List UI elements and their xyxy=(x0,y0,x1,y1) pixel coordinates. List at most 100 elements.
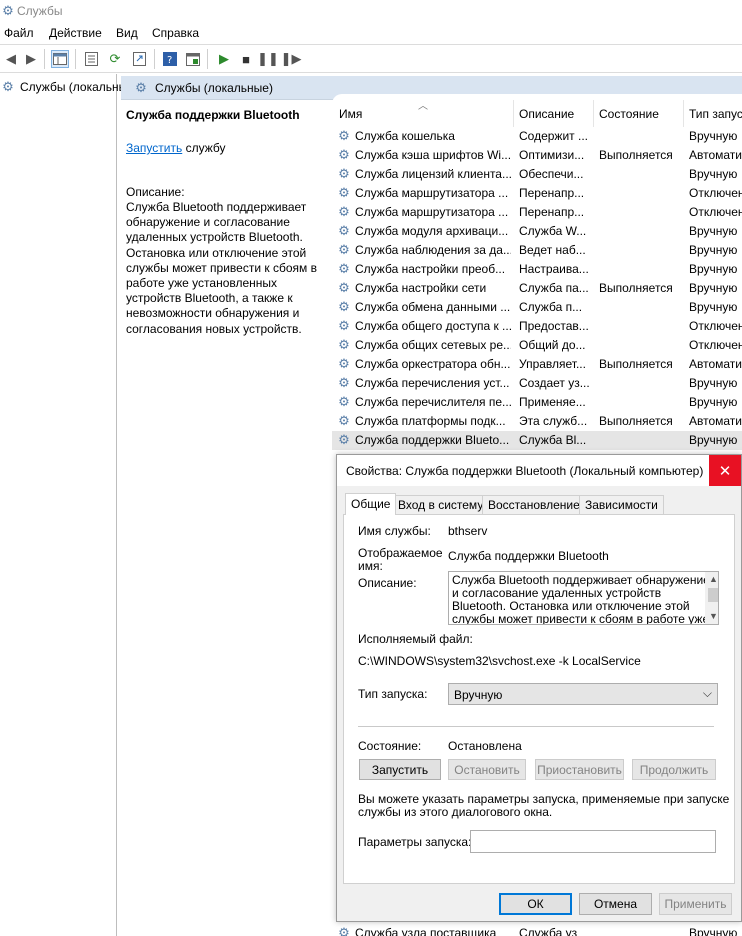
description-label: Описание: xyxy=(358,576,417,590)
service-name: Служба маршрутизатора ... xyxy=(355,205,509,219)
table-row[interactable]: ⚙ Служба общих сетевых ре... Общий до... От… xyxy=(332,336,742,355)
table-row[interactable]: ⚙ Служба обмена данными ... Служба п... Вру… xyxy=(332,298,742,317)
table-row[interactable]: ⚙ Служба модуля архиваци... Служба W... Вру… xyxy=(332,222,742,241)
service-startup-type: Вручную xyxy=(689,926,738,936)
services-app-icon: ⚙ xyxy=(2,3,14,18)
table-row[interactable]: ⚙ Служба поддержки Blueto... Служба Bl... В… xyxy=(332,431,742,450)
service-description: Настраива... xyxy=(519,262,589,276)
tab-log-on[interactable]: Вход в систему xyxy=(392,495,490,514)
chevron-down-icon: ⌵ xyxy=(702,686,712,700)
menu-help[interactable]: Справка xyxy=(152,26,199,40)
service-startup-type: Вручную xyxy=(689,300,738,314)
executable-label: Исполняемый файл: xyxy=(358,632,473,646)
table-row[interactable]: ⚙ Служба настройки сети Служба па... Выполн… xyxy=(332,279,742,298)
params-hint-line-2: службы из этого диалогового окна. xyxy=(358,805,553,819)
menu-file[interactable]: Файл xyxy=(4,26,34,40)
column-header-description[interactable]: Описание xyxy=(519,107,574,121)
service-description: Служба па... xyxy=(519,281,589,295)
window-title: Службы xyxy=(17,4,63,18)
scroll-thumb[interactable] xyxy=(708,588,718,602)
tab-general[interactable]: Общие xyxy=(345,493,397,515)
service-description: Предостав... xyxy=(519,319,589,333)
description-scrollbar[interactable]: ▲ ▼ xyxy=(705,572,718,624)
services-gear-icon: ⚙ xyxy=(2,79,14,94)
column-header-name[interactable]: Имя xyxy=(339,107,362,121)
tree-item-services-local[interactable]: ⚙ Службы (локальные) xyxy=(0,78,138,96)
display-name-value: Служба поддержки Bluetooth xyxy=(448,549,609,563)
close-icon[interactable]: ✕ xyxy=(709,455,741,486)
column-header-status[interactable]: Состояние xyxy=(599,107,659,121)
start-params-label: Параметры запуска: xyxy=(358,835,472,849)
cancel-button[interactable]: Отмена xyxy=(579,893,652,915)
tab-dependencies[interactable]: Зависимости xyxy=(579,495,664,514)
table-row[interactable]: ⚙ Служба перечисления уст... Создает уз...… xyxy=(332,374,742,393)
service-name: Служба наблюдения за да... xyxy=(355,243,511,257)
menu-action[interactable]: Действие xyxy=(49,26,102,40)
restart-service-icon[interactable]: ❚▶ xyxy=(281,50,302,68)
table-row[interactable]: ⚙ Служба лицензий клиента... Обеспечи... Вр… xyxy=(332,165,742,184)
stop-service-icon[interactable]: ■ xyxy=(237,50,255,68)
service-description: Эта служб... xyxy=(519,414,588,428)
status-value: Остановлена xyxy=(448,739,522,753)
service-status: Выполняется xyxy=(599,148,673,162)
pause-button[interactable]: Приостановить xyxy=(535,759,624,780)
service-description: Применяе... xyxy=(519,395,586,409)
service-gear-icon: ⚙ xyxy=(338,166,350,181)
service-gear-icon: ⚙ xyxy=(338,318,350,333)
service-description: Создает уз... xyxy=(519,376,589,390)
help-icon[interactable]: ? xyxy=(161,50,179,68)
scroll-down-icon[interactable]: ▼ xyxy=(709,610,718,623)
dialog-title-bar: Свойства: Служба поддержки Bluetooth (Ло… xyxy=(337,455,741,486)
extended-description-panel: Служба поддержки Bluetooth Запустить слу… xyxy=(121,100,332,936)
start-params-input[interactable] xyxy=(470,830,716,853)
table-row[interactable]: ⚙ Служба настройки преоб... Настраива... Вр… xyxy=(332,260,742,279)
services-gear-icon: ⚙ xyxy=(135,80,147,95)
menu-view[interactable]: Вид xyxy=(116,26,138,40)
export-list-icon[interactable] xyxy=(130,50,148,68)
service-name: Служба настройки сети xyxy=(355,281,487,295)
forward-arrow-icon[interactable]: ▶ xyxy=(22,50,40,68)
description-value: Служба Bluetooth поддерживает обнаружени… xyxy=(452,573,710,625)
service-startup-type: Отключен xyxy=(689,186,742,200)
apply-button[interactable]: Применить xyxy=(659,893,732,915)
service-name: Служба платформы подк... xyxy=(355,414,506,428)
tab-recovery[interactable]: Восстановление xyxy=(482,495,586,514)
refresh-icon[interactable]: ⟳ xyxy=(106,50,124,68)
selected-service-title: Служба поддержки Bluetooth xyxy=(126,108,300,122)
start-button[interactable]: Запустить xyxy=(359,759,441,780)
start-service-icon[interactable]: ▶ xyxy=(215,50,233,68)
table-row[interactable]: ⚙ Служба наблюдения за да... Ведет наб... В… xyxy=(332,241,742,260)
service-name-label: Имя службы: xyxy=(358,524,431,538)
table-row[interactable]: ⚙ Служба перечислителя пе... Применяе... Вр… xyxy=(332,393,742,412)
show-console-tree-icon[interactable] xyxy=(51,50,69,68)
table-row[interactable]: ⚙ Служба оркестратора обн... Управляет... В… xyxy=(332,355,742,374)
table-row[interactable]: ⚙ Служба платформы подк... Эта служб... Вып… xyxy=(332,412,742,431)
table-row[interactable]: ⚙ Служба маршрутизатора ... Перенапр... Отк… xyxy=(332,203,742,222)
startup-type-dropdown[interactable]: Вручную ⌵ xyxy=(448,683,718,705)
start-service-link[interactable]: Запустить xyxy=(126,141,182,155)
resume-button[interactable]: Продолжить xyxy=(632,759,716,780)
scroll-up-icon[interactable]: ▲ xyxy=(709,573,718,586)
service-gear-icon: ⚙ xyxy=(338,413,350,428)
table-row[interactable]: ⚙ Служба кошелька Содержит ... Вручную xyxy=(332,127,742,146)
service-description: Управляет... xyxy=(519,357,586,371)
properties-icon[interactable] xyxy=(82,50,100,68)
service-gear-icon: ⚙ xyxy=(338,185,350,200)
tab-page-general: Имя службы: bthserv Отображаемое имя: Сл… xyxy=(343,514,735,884)
table-row[interactable]: ⚙ Служба кэша шрифтов Wi... Оптимизи... Вып… xyxy=(332,146,742,165)
console-view-icon[interactable] xyxy=(184,50,202,68)
ok-button[interactable]: ОК xyxy=(499,893,572,915)
table-row[interactable]: ⚙ Служба маршрутизатора ... Перенапр... Отк… xyxy=(332,184,742,203)
back-arrow-icon[interactable]: ◀ xyxy=(2,50,20,68)
start-service-suffix: службу xyxy=(182,141,226,155)
table-row[interactable]: ⚙ Служба узла поставщика Служба уз Вручн… xyxy=(332,924,742,936)
status-label: Состояние: xyxy=(358,739,422,753)
table-row[interactable]: ⚙ Служба общего доступа к ... Предостав...… xyxy=(332,317,742,336)
pause-service-icon[interactable]: ❚❚ xyxy=(257,50,279,68)
description-textbox[interactable]: Служба Bluetooth поддерживает обнаружени… xyxy=(448,571,719,625)
column-header-startup-type[interactable]: Тип запуску xyxy=(689,107,742,121)
service-gear-icon: ⚙ xyxy=(338,128,350,143)
divider xyxy=(358,726,714,727)
stop-button[interactable]: Остановить xyxy=(448,759,526,780)
service-status: Выполняется xyxy=(599,281,673,295)
